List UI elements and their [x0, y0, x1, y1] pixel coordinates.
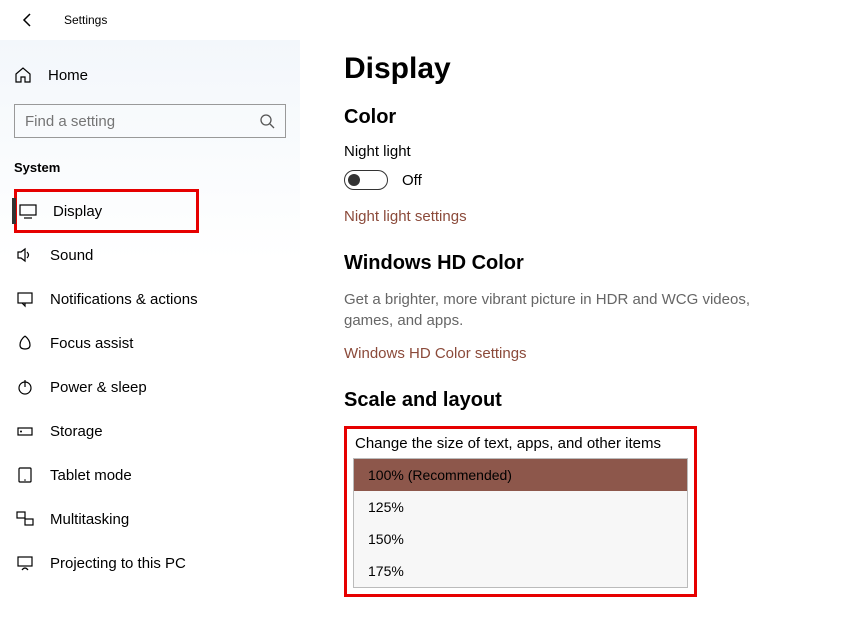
sidebar-item-label: Storage: [50, 423, 103, 440]
hdcolor-description: Get a brighter, more vibrant picture in …: [344, 289, 764, 331]
main-content: Display Color Night light Off Night ligh…: [300, 40, 855, 624]
sidebar-item-storage[interactable]: Storage: [14, 409, 286, 453]
section-color-heading: Color: [344, 106, 835, 129]
arrow-left-icon: [20, 12, 36, 28]
sidebar-item-notifications[interactable]: Notifications & actions: [14, 277, 286, 321]
sidebar-item-focus-assist[interactable]: Focus assist: [14, 321, 286, 365]
scale-option[interactable]: 125%: [354, 491, 687, 523]
search-box[interactable]: [14, 104, 286, 138]
sidebar-item-tablet-mode[interactable]: Tablet mode: [14, 453, 286, 497]
section-scale-heading: Scale and layout: [344, 389, 835, 412]
scale-option[interactable]: 150%: [354, 523, 687, 555]
sidebar-item-label: Focus assist: [50, 335, 133, 352]
night-light-settings-link[interactable]: Night light settings: [344, 208, 467, 225]
scale-label: Change the size of text, apps, and other…: [355, 435, 688, 452]
scale-option[interactable]: 100% (Recommended): [354, 459, 687, 491]
sidebar-item-label: Multitasking: [50, 511, 129, 528]
power-icon: [16, 378, 34, 396]
sidebar-home[interactable]: Home: [14, 54, 286, 96]
sidebar-item-label: Projecting to this PC: [50, 555, 186, 572]
notifications-icon: [16, 290, 34, 308]
night-light-state: Off: [402, 172, 422, 189]
display-icon: [19, 202, 37, 220]
page-title: Display: [344, 52, 835, 86]
scale-highlight-box: Change the size of text, apps, and other…: [344, 426, 697, 597]
sidebar-item-label: Notifications & actions: [50, 291, 198, 308]
toggle-knob: [348, 174, 360, 186]
scale-dropdown[interactable]: 100% (Recommended) 125% 150% 175%: [353, 458, 688, 588]
storage-icon: [16, 422, 34, 440]
night-light-toggle[interactable]: [344, 170, 388, 190]
sidebar-item-label: Display: [53, 203, 102, 220]
sidebar-home-label: Home: [48, 67, 88, 84]
sidebar-item-label: Power & sleep: [50, 379, 147, 396]
back-button[interactable]: [18, 10, 38, 30]
scale-option[interactable]: 175%: [354, 555, 687, 587]
sidebar-item-label: Tablet mode: [50, 467, 132, 484]
sidebar-item-sound[interactable]: Sound: [14, 233, 286, 277]
hdcolor-settings-link[interactable]: Windows HD Color settings: [344, 345, 527, 362]
home-icon: [14, 66, 32, 84]
sidebar-item-label: Sound: [50, 247, 93, 264]
search-icon: [259, 113, 275, 129]
search-input[interactable]: [25, 113, 259, 130]
app-title: Settings: [64, 13, 107, 27]
multitasking-icon: [16, 510, 34, 528]
tablet-icon: [16, 466, 34, 484]
sidebar-item-multitasking[interactable]: Multitasking: [14, 497, 286, 541]
night-light-label: Night light: [344, 143, 835, 160]
sound-icon: [16, 246, 34, 264]
sidebar-item-display[interactable]: Display: [14, 189, 199, 233]
sidebar-item-projecting[interactable]: Projecting to this PC: [14, 541, 286, 585]
sidebar-item-power-sleep[interactable]: Power & sleep: [14, 365, 286, 409]
sidebar-group-title: System: [14, 160, 286, 175]
projecting-icon: [16, 554, 34, 572]
section-hdcolor-heading: Windows HD Color: [344, 252, 835, 275]
focus-assist-icon: [16, 334, 34, 352]
sidebar: Home System Display Sound Notifica: [0, 40, 300, 624]
